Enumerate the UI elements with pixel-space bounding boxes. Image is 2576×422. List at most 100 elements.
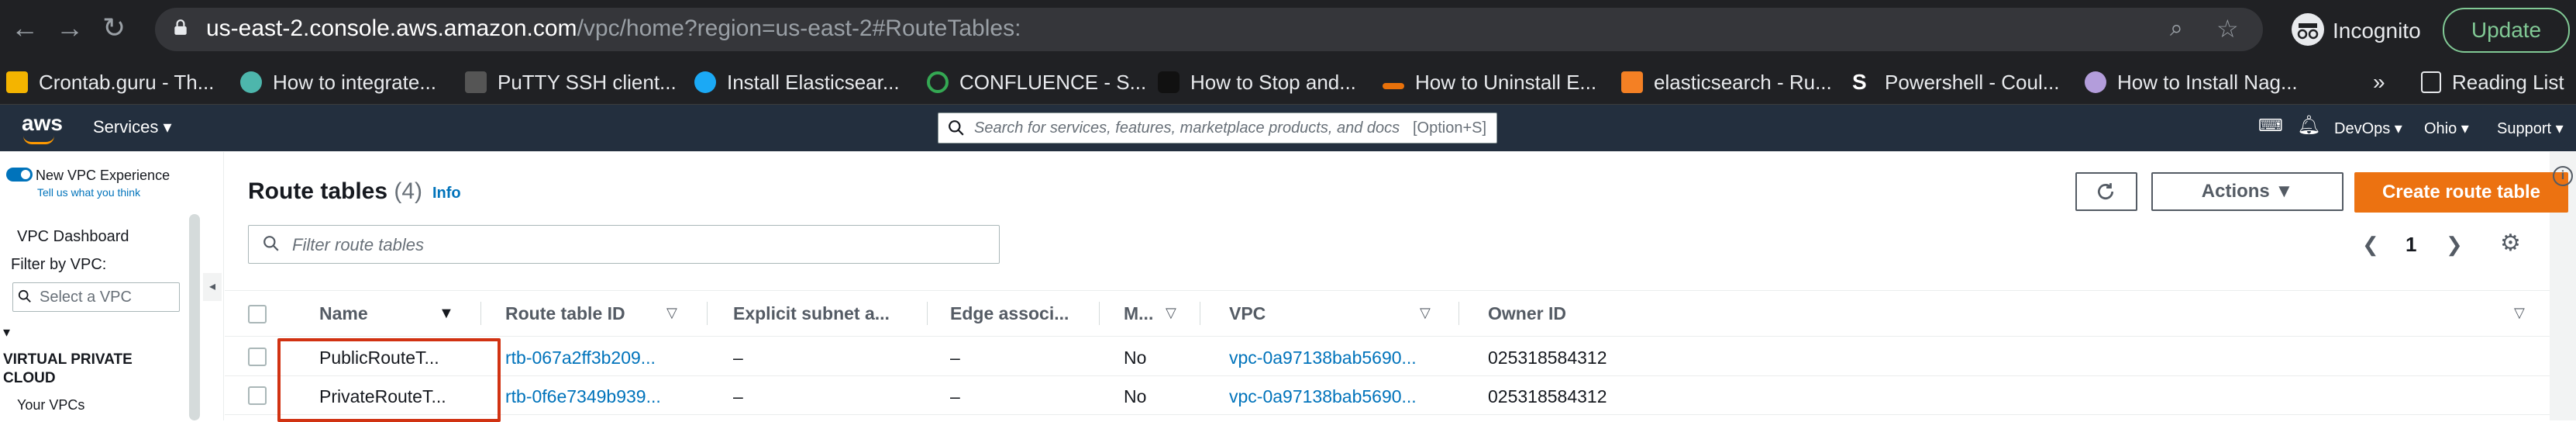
table-header: Name ▼ Route table ID ▽ Explicit subnet …: [225, 290, 2550, 337]
bookmarks-overflow-button[interactable]: »: [2373, 67, 2385, 98]
address-bar[interactable]: us-east-2.console.aws.amazon.com/vpc/hom…: [155, 8, 2263, 51]
column-divider[interactable]: [707, 302, 708, 325]
support-menu[interactable]: Support ▾: [2497, 119, 2564, 138]
new-experience-toggle[interactable]: [6, 168, 33, 182]
stackoverflow-favicon-icon: [1621, 71, 1643, 93]
column-header-explicit-subnet[interactable]: Explicit subnet a...: [733, 303, 890, 324]
search-icon: [18, 289, 31, 303]
page-title: Route tables (4): [248, 178, 423, 204]
table-row[interactable]: PublicRouteT... rtb-067a2ff3b209... – – …: [225, 338, 2550, 376]
vpc-id-link[interactable]: vpc-0a97138bab5690...: [1229, 348, 1417, 368]
reload-icon[interactable]: ↻: [102, 14, 126, 42]
prev-page-icon[interactable]: ❮: [2362, 233, 2379, 257]
elastic-favicon-icon: [694, 71, 716, 93]
column-header-route-table-id[interactable]: Route table ID: [505, 303, 625, 324]
main-value: No: [1124, 386, 1147, 406]
sidebar-item-your-vpcs[interactable]: Your VPCs: [17, 397, 84, 413]
refresh-button[interactable]: [2075, 172, 2137, 211]
filter-by-vpc-label: Filter by VPC:: [11, 256, 107, 273]
incognito-label: Incognito: [2333, 19, 2421, 43]
sort-icon[interactable]: ▽: [1166, 305, 1176, 321]
info-link[interactable]: Info: [432, 185, 461, 202]
section-heading-vpc[interactable]: VIRTUAL PRIVATE CLOUD: [3, 351, 158, 388]
sort-icon[interactable]: ▽: [666, 305, 677, 321]
row-checkbox[interactable]: [248, 348, 267, 366]
vpc-sidebar: New VPC Experience Tell us what you thin…: [0, 152, 224, 420]
vpc-filter-select[interactable]: Select a VPC: [12, 282, 180, 312]
column-header-edge-associations[interactable]: Edge associ...: [950, 303, 1069, 324]
column-divider[interactable]: [1099, 302, 1100, 325]
column-header-owner-id[interactable]: Owner ID: [1488, 303, 1566, 324]
route-table-id-link[interactable]: rtb-0f6e7349b939...: [505, 386, 661, 407]
row-checkbox[interactable]: [248, 386, 267, 405]
vpc-id-link[interactable]: vpc-0a97138bab5690...: [1229, 386, 1417, 407]
sort-desc-icon[interactable]: ▼: [439, 305, 454, 323]
sidebar-scrollbar[interactable]: [189, 214, 200, 420]
aws-search-input[interactable]: Search for services, features, marketpla…: [938, 112, 1497, 144]
bookmark-item[interactable]: How to Install Nag...: [2085, 67, 2298, 98]
explicit-subnet-value: –: [733, 348, 743, 368]
next-page-icon[interactable]: ❯: [2446, 233, 2463, 257]
bell-icon[interactable]: 🔔︎: [2297, 114, 2320, 137]
bookmark-star-icon[interactable]: ☆: [2216, 14, 2239, 43]
column-divider[interactable]: [480, 302, 481, 325]
region-menu[interactable]: Ohio ▾: [2424, 119, 2469, 138]
incognito-indicator[interactable]: Incognito: [2286, 8, 2438, 51]
update-button[interactable]: Update: [2443, 8, 2570, 53]
filter-input[interactable]: Filter route tables: [248, 225, 1000, 264]
create-route-table-button[interactable]: Create route table: [2354, 172, 2568, 213]
actions-button[interactable]: Actions ▼: [2151, 172, 2344, 211]
main-value: No: [1124, 348, 1147, 368]
bookmark-item[interactable]: elasticsearch - Ru...: [1621, 67, 1832, 98]
page-number[interactable]: 1: [2406, 233, 2416, 257]
column-header-vpc[interactable]: VPC: [1229, 303, 1266, 324]
cloudshell-icon[interactable]: ⌨: [2258, 116, 2283, 136]
sort-icon[interactable]: ▽: [1420, 305, 1431, 321]
search-placeholder: Search for services, features, marketpla…: [974, 119, 1400, 137]
vpc-select-placeholder: Select a VPC: [40, 289, 132, 306]
column-header-name[interactable]: Name: [319, 303, 368, 324]
dash-favicon-icon: [1383, 83, 1404, 89]
reading-list-icon: [2421, 71, 2441, 93]
bookmark-item[interactable]: PuTTY SSH client...: [465, 67, 677, 98]
zoom-icon[interactable]: ⌕: [2170, 16, 2183, 42]
back-icon[interactable]: ←: [11, 14, 39, 42]
settings-gear-icon[interactable]: ⚙: [2500, 230, 2521, 257]
bookmark-item[interactable]: Crontab.guru - Th...: [6, 67, 214, 98]
crontab-favicon-icon: [6, 71, 28, 93]
aws-logo[interactable]: aws: [22, 111, 63, 136]
forward-icon[interactable]: →: [56, 14, 84, 42]
search-shortcut: [Option+S]: [1413, 119, 1487, 137]
aws-smile-logo: [23, 136, 54, 144]
feedback-link[interactable]: Tell us what you think: [37, 186, 140, 199]
new-experience-label: New VPC Experience: [36, 168, 170, 183]
putty-favicon-icon: [465, 71, 487, 93]
select-all-checkbox[interactable]: [248, 305, 267, 323]
info-icon[interactable]: i: [2553, 166, 2573, 186]
explicit-subnet-value: –: [733, 386, 743, 406]
bookmark-item[interactable]: Install Elasticsear...: [694, 67, 900, 98]
column-divider[interactable]: [1458, 302, 1459, 325]
superuser-favicon-icon: S: [1852, 70, 1867, 94]
sort-icon[interactable]: ▽: [2514, 305, 2525, 321]
column-divider[interactable]: [927, 302, 928, 325]
url-text: us-east-2.console.aws.amazon.com/vpc/hom…: [206, 16, 1021, 41]
collapse-sidebar-icon[interactable]: ◂: [203, 273, 222, 301]
reading-list-button[interactable]: Reading List: [2421, 67, 2564, 98]
account-menu[interactable]: DevOps ▾: [2334, 119, 2402, 138]
route-table-id-link[interactable]: rtb-067a2ff3b209...: [505, 348, 656, 368]
browser-toolbar: ← → ↻ us-east-2.console.aws.amazon.com/v…: [0, 0, 2576, 59]
bookmark-item[interactable]: How to Uninstall E...: [1383, 67, 1596, 98]
bookmark-item[interactable]: How to integrate...: [240, 67, 436, 98]
aws-top-nav: aws Services ▾ Search for services, feat…: [0, 105, 2576, 151]
services-menu[interactable]: Services ▾: [93, 117, 172, 137]
bookmark-item[interactable]: How to Stop and...: [1158, 67, 1356, 98]
bookmark-item[interactable]: S Powershell - Coul...: [1852, 67, 2059, 98]
table-row[interactable]: PrivateRouteT... rtb-0f6e7349b939... – –…: [225, 377, 2550, 415]
bookmark-item[interactable]: CONFLUENCE - S...: [927, 67, 1146, 98]
refresh-icon: [2098, 183, 2114, 200]
annotation-highlight-box: [277, 338, 501, 422]
sidebar-item-vpc-dashboard[interactable]: VPC Dashboard: [17, 228, 129, 246]
column-header-main[interactable]: M...: [1124, 303, 1153, 324]
section-caret-icon[interactable]: ▾: [3, 324, 10, 341]
